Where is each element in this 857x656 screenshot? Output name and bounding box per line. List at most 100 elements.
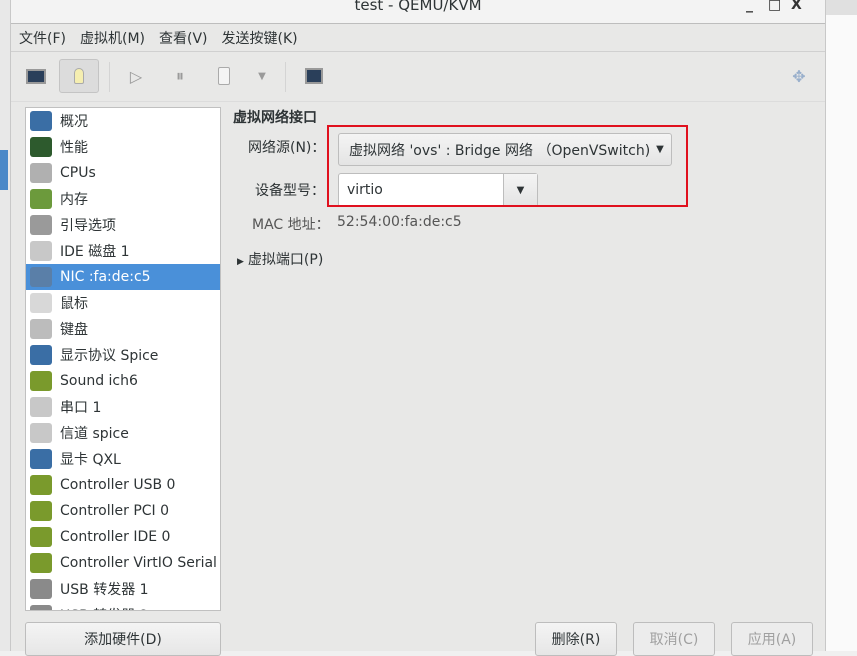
virtual-port-label: 虚拟端口(P) <box>247 252 324 268</box>
vm-details-window: test - QEMU/KVM _ □ X 文件(F) 虚拟机(M) 查看(V)… <box>10 0 826 656</box>
hardware-item-label: 显示协议 Spice <box>60 348 159 364</box>
menu-file[interactable]: 文件(F) <box>19 28 66 48</box>
section-heading: 虚拟网络接口 <box>233 110 317 126</box>
disk-icon <box>30 241 52 261</box>
network-source-label: 网络源(N)： <box>248 140 326 156</box>
console-button[interactable] <box>23 60 49 92</box>
shutdown-button[interactable] <box>211 60 237 92</box>
menu-vm[interactable]: 虚拟机(M) <box>80 28 145 48</box>
hardware-item-label: Sound ich6 <box>60 373 138 389</box>
menu-view[interactable]: 查看(V) <box>159 28 208 48</box>
hardware-item-label: Controller VirtIO Serial 0 <box>60 555 221 571</box>
run-button[interactable]: ▷ <box>123 60 149 92</box>
hardware-list-item[interactable]: CPUs <box>26 160 220 186</box>
pause-button[interactable]: ⏸ <box>167 60 193 92</box>
hardware-item-label: 内存 <box>60 192 88 208</box>
monitor-icon <box>30 111 52 131</box>
hardware-item-label: NIC :fa:de:c5 <box>60 269 151 285</box>
hardware-list-item[interactable]: 信道 spice <box>26 420 220 446</box>
minimize-button[interactable]: _ <box>746 0 753 13</box>
memory-icon <box>30 189 52 209</box>
hardware-list-item[interactable]: Controller PCI 0 <box>26 498 220 524</box>
play-icon: ▷ <box>129 66 143 86</box>
hardware-item-label: 显卡 QXL <box>60 452 121 468</box>
hardware-item-label: Controller IDE 0 <box>60 529 171 545</box>
hardware-list-item[interactable]: Controller IDE 0 <box>26 524 220 550</box>
hardware-list-item[interactable]: 鼠标 <box>26 290 220 316</box>
lightbulb-icon <box>74 68 84 84</box>
menu-send-key[interactable]: 发送按键(K) <box>222 28 298 48</box>
hardware-list-item[interactable]: 显卡 QXL <box>26 446 220 472</box>
highlight-annotation <box>327 125 688 207</box>
hardware-list-item[interactable]: USB 转发器 1 <box>26 576 220 602</box>
controller-icon <box>30 475 52 495</box>
power-icon <box>218 67 230 85</box>
pause-icon: ⏸ <box>175 66 184 85</box>
nic-icon <box>30 267 52 287</box>
hardware-item-label: 概况 <box>60 114 88 130</box>
hardware-list-item[interactable]: Controller USB 0 <box>26 472 220 498</box>
hardware-list-item[interactable]: Sound ich6 <box>26 368 220 394</box>
hardware-list-item[interactable]: 性能 <box>26 134 220 160</box>
hardware-item-label: USB 转发器 2 <box>60 605 149 610</box>
monitor-icon <box>26 68 46 84</box>
hardware-list-item[interactable]: 键盘 <box>26 316 220 342</box>
maximize-button[interactable]: □ <box>768 0 781 13</box>
channel-icon <box>30 423 52 443</box>
mac-label: MAC 地址： <box>252 217 330 233</box>
hardware-list-item[interactable]: 显示协议 Spice <box>26 342 220 368</box>
hardware-list-item[interactable]: 串口 1 <box>26 394 220 420</box>
expander-arrow-icon: ▶ <box>237 257 244 267</box>
snapshots-button[interactable] <box>301 60 327 92</box>
background-titlebar <box>826 0 857 15</box>
hardware-item-label: USB 转发器 1 <box>60 582 149 598</box>
display-icon <box>30 345 52 365</box>
fullscreen-button[interactable]: ✥ <box>786 60 812 92</box>
background-window <box>826 0 857 651</box>
hardware-item-label: 鼠标 <box>60 296 88 312</box>
gears-icon <box>30 215 52 235</box>
title-bar: test - QEMU/KVM _ □ X <box>11 0 825 24</box>
details-button[interactable] <box>59 59 99 93</box>
mouse-icon <box>30 293 52 313</box>
hardware-item-label: Controller PCI 0 <box>60 503 170 519</box>
hardware-list-item[interactable]: Controller VirtIO Serial 0 <box>26 550 220 576</box>
performance-icon <box>30 137 52 157</box>
keyboard-icon <box>30 319 52 339</box>
hardware-list-item[interactable]: USB 转发器 2 <box>26 602 220 610</box>
window-title: test - QEMU/KVM <box>354 0 482 14</box>
hardware-item-label: 引导选项 <box>60 218 116 234</box>
hardware-list-item[interactable]: NIC :fa:de:c5 <box>26 264 220 290</box>
controller-icon <box>30 527 52 547</box>
shutdown-menu-button[interactable]: ▼ <box>249 60 275 92</box>
device-model-label: 设备型号： <box>255 183 325 199</box>
hardware-item-label: 键盘 <box>60 322 88 338</box>
video-icon <box>30 449 52 469</box>
hardware-list-item[interactable]: 概况 <box>26 108 220 134</box>
hardware-list[interactable]: 概况性能 CPUs 内存引导选项 IDE 磁盘 1 NIC :fa:de:c5 鼠标键盘显… <box>25 107 221 611</box>
background-window <box>0 0 10 651</box>
hardware-list-item[interactable]: 内存 <box>26 186 220 212</box>
fullscreen-icon: ✥ <box>792 66 806 86</box>
hardware-list-item[interactable]: 引导选项 <box>26 212 220 238</box>
controller-icon <box>30 501 52 521</box>
hardware-list-item[interactable]: IDE 磁盘 1 <box>26 238 220 264</box>
hardware-item-label: CPUs <box>60 165 96 181</box>
menu-bar: 文件(F) 虚拟机(M) 查看(V) 发送按键(K) <box>11 24 825 52</box>
controller-icon <box>30 553 52 573</box>
hardware-item-label: 串口 1 <box>60 400 102 416</box>
snapshot-icon <box>305 68 323 84</box>
sound-icon <box>30 371 52 391</box>
usb-icon <box>30 579 52 599</box>
hardware-item-label: 信道 spice <box>60 426 129 442</box>
dropdown-icon: ▼ <box>258 70 266 82</box>
hardware-item-label: 性能 <box>60 140 88 156</box>
hardware-item-label: IDE 磁盘 1 <box>60 244 130 260</box>
background-selection <box>0 150 8 190</box>
cpu-icon <box>30 163 52 183</box>
usb-icon <box>30 605 52 610</box>
virtual-port-expander[interactable]: ▶ 虚拟端口(P) <box>237 249 323 269</box>
close-button[interactable]: X <box>791 0 802 13</box>
mac-value: 52:54:00:fa:de:c5 <box>337 214 462 230</box>
serial-icon <box>30 397 52 417</box>
